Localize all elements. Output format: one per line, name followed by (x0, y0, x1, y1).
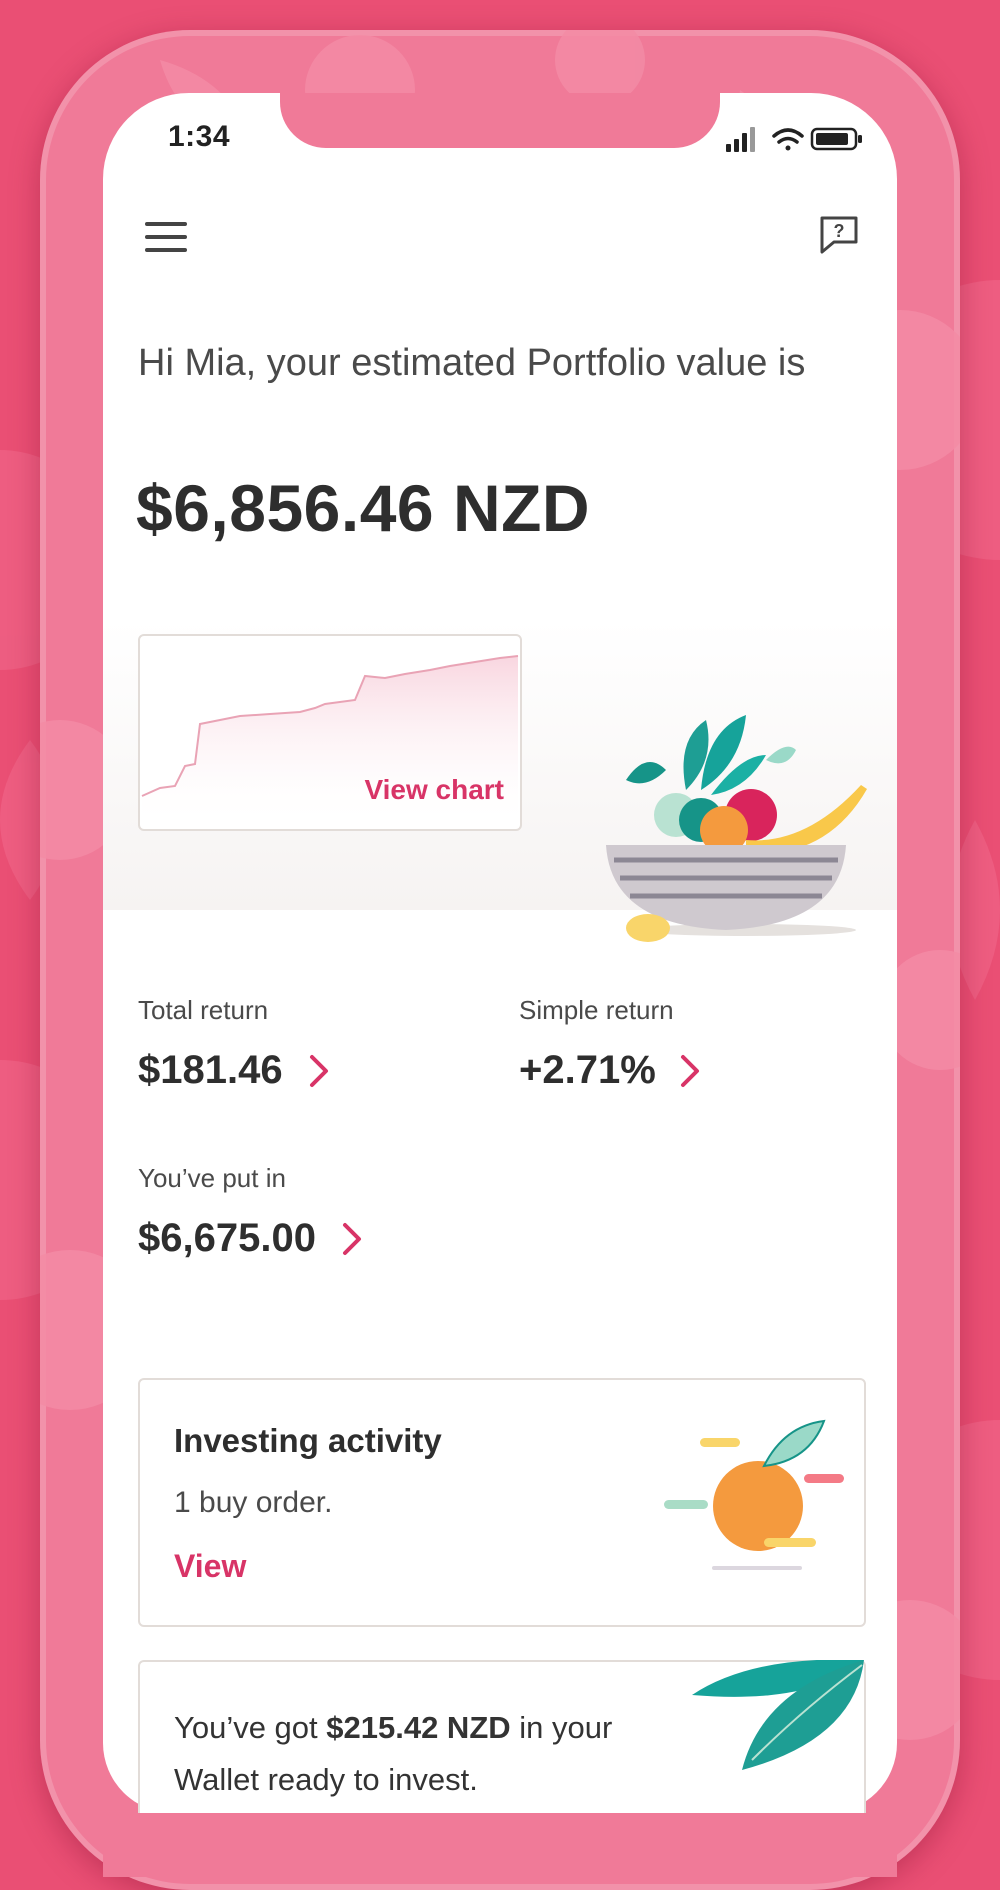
put-in-label: You’ve put in (138, 1163, 286, 1193)
wallet-message: You’ve got $215.42 NZD in your Wallet re… (174, 1702, 674, 1806)
phone-notch (280, 93, 720, 148)
investing-activity-description: 1 buy order. (174, 1486, 333, 1519)
total-return-value: $181.46 (138, 1048, 283, 1092)
chevron-right-icon (680, 1054, 699, 1087)
portfolio-value: $6,856.46 NZD (136, 471, 591, 545)
chevron-right-icon (309, 1054, 328, 1087)
leaf-illustration (692, 1660, 864, 1770)
wallet-amount: $215.42 NZD (326, 1710, 511, 1745)
wifi-icon (772, 128, 804, 151)
chevron-right-icon (342, 1222, 361, 1255)
wallet-message-prefix: You’ve got (174, 1710, 327, 1745)
battery-icon (810, 127, 862, 151)
hamburger-menu-icon[interactable] (145, 220, 187, 254)
status-icons (726, 127, 862, 152)
put-in-link[interactable]: $6,675.00 (138, 1216, 362, 1261)
put-in-value: $6,675.00 (138, 1216, 316, 1260)
investing-activity-title: Investing activity (174, 1422, 442, 1459)
simple-return-label: Simple return (519, 995, 674, 1025)
portfolio-greeting: Hi Mia, your estimated Portfolio value i… (138, 342, 806, 384)
total-return-link[interactable]: $181.46 (138, 1048, 329, 1093)
simple-return-value: +2.71% (519, 1048, 656, 1092)
mini-chart-card[interactable]: View chart (138, 634, 522, 831)
investing-activity-view-link[interactable]: View (174, 1548, 246, 1585)
help-chat-icon[interactable]: ? (818, 214, 860, 256)
phone-bottom-bezel (103, 1813, 897, 1877)
total-return-label: Total return (138, 995, 269, 1025)
orange-illustration (664, 1419, 844, 1570)
status-time: 1:34 (168, 120, 231, 153)
svg-text:?: ? (834, 221, 845, 241)
leaves (626, 715, 796, 795)
view-chart-link[interactable]: View chart (364, 774, 504, 806)
simple-return-link[interactable]: +2.71% (519, 1048, 700, 1093)
signal-icon (726, 127, 755, 152)
fruit-bowl-illustration (606, 715, 867, 942)
investing-activity-card: Investing activity 1 buy order. View (138, 1378, 866, 1627)
